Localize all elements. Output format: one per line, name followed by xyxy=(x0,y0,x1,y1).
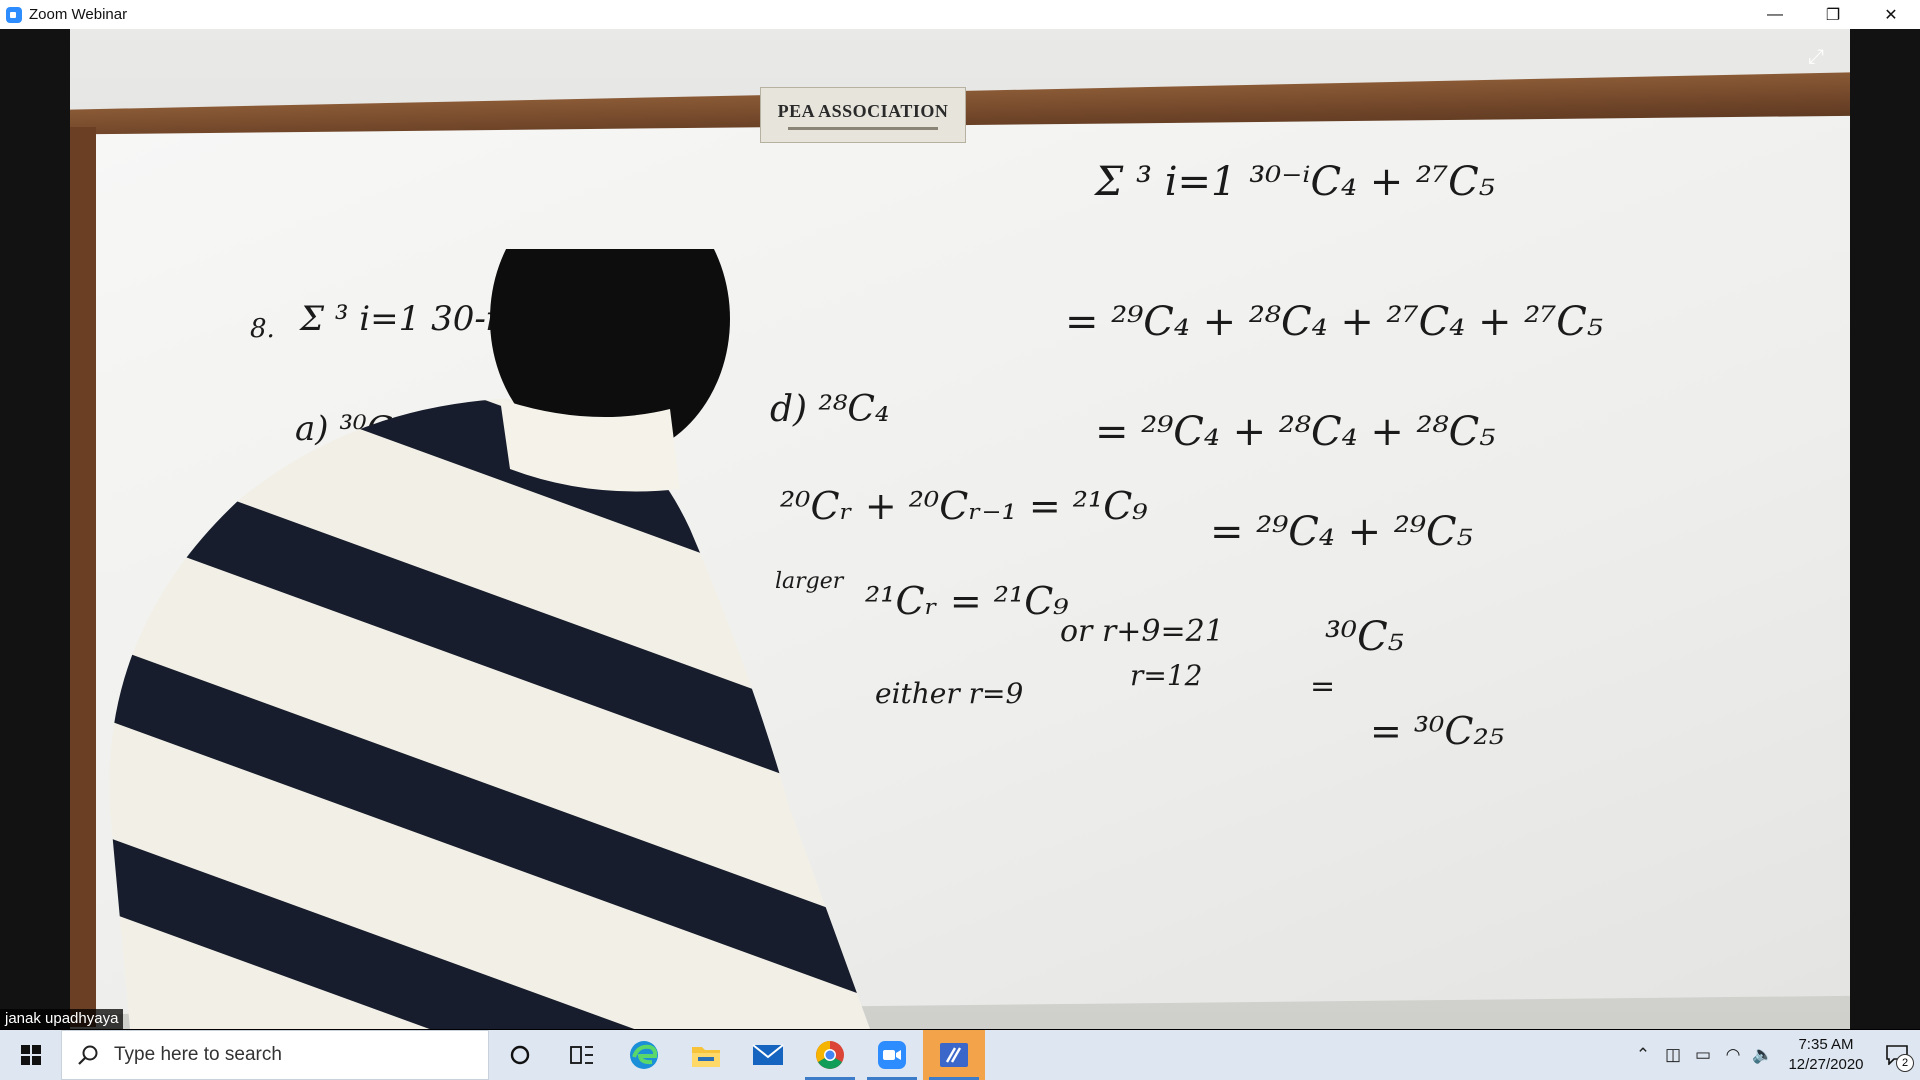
board-rhs-step5: = ³⁰C₂₅ xyxy=(1370,709,1504,753)
tray-volume-icon[interactable]: 🔈 xyxy=(1748,1030,1778,1080)
window-title: Zoom Webinar xyxy=(29,6,128,23)
edge-icon xyxy=(630,1041,658,1069)
minimize-button[interactable]: — xyxy=(1746,0,1804,29)
search-placeholder: Type here to search xyxy=(114,1044,282,1065)
taskbar-file-explorer[interactable] xyxy=(675,1030,737,1080)
taskbar-mail[interactable] xyxy=(737,1030,799,1080)
task-view-icon xyxy=(570,1046,593,1064)
taskbar-edge[interactable] xyxy=(613,1030,675,1080)
board-rhs-step1: = ²⁹C₄ + ²⁸C₄ + ²⁷C₄ + ²⁷C₅ xyxy=(1065,299,1603,345)
start-button[interactable] xyxy=(0,1030,61,1080)
chrome-icon xyxy=(816,1041,844,1069)
search-icon xyxy=(78,1045,98,1065)
plaque-subtitle-line xyxy=(788,126,938,130)
taskbar-zoom[interactable] xyxy=(861,1030,923,1080)
tray-meet-now-icon[interactable]: ◫ xyxy=(1658,1030,1688,1080)
board-rhs-step4: ³⁰C₅ xyxy=(1325,614,1404,660)
windows-taskbar: Type here to search ⌃ ◫ ▭ ◠ 🔈 7:35 AM 12… xyxy=(0,1030,1920,1080)
tray-chevron-up-icon[interactable]: ⌃ xyxy=(1628,1030,1658,1080)
board-rhs-sum: Σ ³ i=1 ³⁰⁻ⁱC₄ + ²⁷C₅ xyxy=(1095,159,1495,205)
tray-battery-icon[interactable]: ▭ xyxy=(1688,1030,1718,1080)
board-or-line2: r=12 xyxy=(1130,659,1203,692)
window-titlebar: Zoom Webinar — ❐ ✕ xyxy=(0,0,1920,29)
zoom-app-icon xyxy=(6,6,22,23)
taskbar-clock[interactable]: 7:35 AM 12/27/2020 xyxy=(1778,1035,1874,1075)
whiteboard-app-icon xyxy=(940,1043,968,1067)
participant-name-tag: janak upadhyaya xyxy=(0,1009,124,1029)
restore-button[interactable]: ❐ xyxy=(1804,0,1862,29)
presenter xyxy=(109,249,871,1029)
plaque-title: PEA ASSOCIATION xyxy=(777,100,949,121)
board-rhs-eq5: = xyxy=(1310,669,1336,704)
zoom-icon xyxy=(878,1041,906,1069)
fullscreen-expand-icon[interactable]: ⤢ xyxy=(1802,43,1830,71)
file-explorer-icon xyxy=(692,1047,720,1067)
video-feed: PEA ASSOCIATION Σ ³ i=1 ³⁰⁻ⁱC₄ + ²⁷C₅ = … xyxy=(70,29,1850,1029)
notifications-button[interactable]: 2 xyxy=(1874,1030,1920,1080)
tray-wifi-icon[interactable]: ◠ xyxy=(1718,1030,1748,1080)
windows-logo-icon xyxy=(20,1045,41,1065)
mail-icon xyxy=(752,1044,784,1065)
taskbar-search-box[interactable]: Type here to search xyxy=(61,1030,489,1080)
task-view-button[interactable] xyxy=(551,1030,613,1080)
clock-date: 12/27/2020 xyxy=(1788,1056,1864,1073)
board-rhs-step2: = ²⁹C₄ + ²⁸C₄ + ²⁸C₅ xyxy=(1095,409,1496,455)
video-panel[interactable]: PEA ASSOCIATION Σ ³ i=1 ³⁰⁻ⁱC₄ + ²⁷C₅ = … xyxy=(0,29,1920,1029)
notification-count-badge: 2 xyxy=(1896,1054,1914,1072)
board-or-line1: or r+9=21 xyxy=(1060,614,1224,649)
board-rhs-step3: = ²⁹C₄ + ²⁹C₅ xyxy=(1210,509,1473,555)
cortana-button[interactable] xyxy=(489,1030,551,1080)
taskbar-chrome[interactable] xyxy=(799,1030,861,1080)
system-tray: ⌃ ◫ ▭ ◠ 🔈 7:35 AM 12/27/2020 2 xyxy=(1628,1030,1920,1080)
association-plaque: PEA ASSOCIATION xyxy=(760,87,966,143)
taskbar-whiteboard[interactable] xyxy=(923,1030,985,1080)
close-button[interactable]: ✕ xyxy=(1862,0,1920,29)
window-controls: — ❐ ✕ xyxy=(1746,0,1920,29)
cortana-icon xyxy=(510,1045,530,1065)
clock-time: 7:35 AM xyxy=(1798,1036,1854,1053)
